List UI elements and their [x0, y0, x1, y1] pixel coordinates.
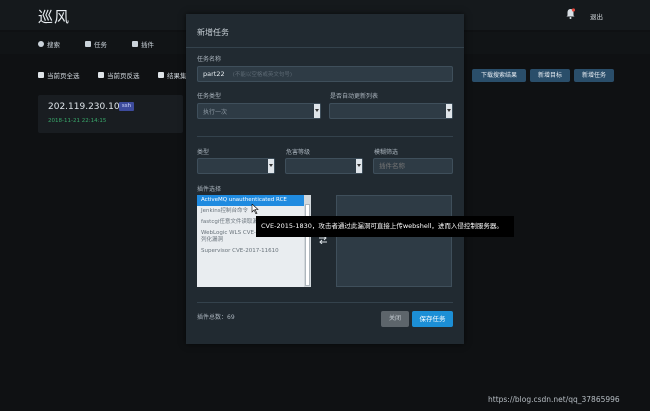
checkbox-label: 当前页反选 — [107, 72, 140, 80]
footer-divider — [197, 302, 453, 303]
auto-update-label: 是否自动更新列表 — [330, 93, 379, 100]
type-label: 类型 — [197, 149, 210, 156]
modal-title: 新增任务 — [197, 28, 229, 37]
section-divider — [197, 136, 453, 137]
checkbox-icon — [158, 72, 164, 78]
plugin-icon — [132, 41, 138, 47]
task-name-value: part22 — [203, 70, 225, 78]
nav-item-search[interactable]: 搜索 — [38, 39, 60, 49]
chevron-down-icon — [356, 159, 362, 173]
nav-label: 插件 — [141, 41, 154, 49]
chevron-down-icon — [268, 159, 274, 173]
new-task-modal — [186, 14, 464, 344]
watermark: https://blog.csdn.net/qq_37865996 — [488, 395, 620, 404]
plugin-tooltip: CVE-2015-1830，攻击者通过此漏洞可直接上传webshell，进而入侵… — [256, 216, 514, 237]
auto-update-select[interactable] — [329, 103, 453, 119]
selected-plugins-box[interactable] — [336, 195, 452, 287]
task-type-label: 任务类型 — [197, 93, 222, 100]
task-name-hint: (不能以空格或英文句号) — [232, 72, 292, 78]
task-name-input[interactable]: part22 (不能以空格或英文句号) — [197, 66, 453, 82]
new-target-button[interactable]: 新增目标 — [530, 69, 570, 82]
modal-divider — [186, 47, 464, 48]
danger-level-select[interactable] — [285, 158, 363, 174]
service-badge: ssh — [119, 102, 134, 111]
checkbox-icon — [38, 72, 44, 78]
logout-link[interactable]: 退出 — [590, 11, 603, 21]
nav-item-plugin[interactable]: 插件 — [132, 39, 154, 49]
checkbox-label: 当前页全选 — [47, 72, 80, 80]
close-button[interactable]: 关闭 — [381, 311, 409, 327]
card-timestamp: 2018-11-21 22:14:15 — [48, 118, 107, 124]
fuzzy-filter-label: 模糊筛选 — [374, 149, 399, 156]
nav-label: 搜索 — [47, 41, 60, 49]
nav-item-task[interactable]: 任务 — [85, 39, 107, 49]
fuzzy-filter-input[interactable] — [373, 158, 453, 174]
chevron-down-icon — [314, 104, 320, 118]
task-icon — [85, 41, 91, 47]
transfer-arrows-icon[interactable] — [318, 236, 328, 244]
task-type-select[interactable]: 执行一次 — [197, 103, 321, 119]
select-page-checkbox[interactable]: 当前页全选 — [38, 70, 80, 80]
plugin-total: 插件总数：69 — [197, 314, 235, 321]
result-card[interactable] — [38, 95, 183, 133]
list-item[interactable]: Supervisor CVE-2017-11610 — [197, 246, 311, 257]
type-select[interactable] — [197, 158, 275, 174]
mouse-cursor-icon — [251, 204, 259, 214]
task-type-value: 执行一次 — [203, 109, 228, 116]
bell-icon[interactable] — [566, 8, 575, 19]
chevron-down-icon — [446, 104, 452, 118]
task-name-label: 任务名称 — [197, 56, 222, 63]
plugin-select-label: 插件选择 — [197, 186, 222, 193]
save-task-button[interactable]: 保存任务 — [412, 311, 453, 327]
search-icon — [38, 41, 44, 47]
danger-level-label: 危害等级 — [286, 149, 311, 156]
download-results-button[interactable]: 下载搜索结果 — [472, 69, 526, 82]
checkbox-icon — [98, 72, 104, 78]
app-logo: 巡风 — [38, 8, 71, 26]
nav-label: 任务 — [94, 41, 107, 49]
invert-page-checkbox[interactable]: 当前页反选 — [98, 70, 140, 80]
new-task-button[interactable]: 新增任务 — [574, 69, 614, 82]
